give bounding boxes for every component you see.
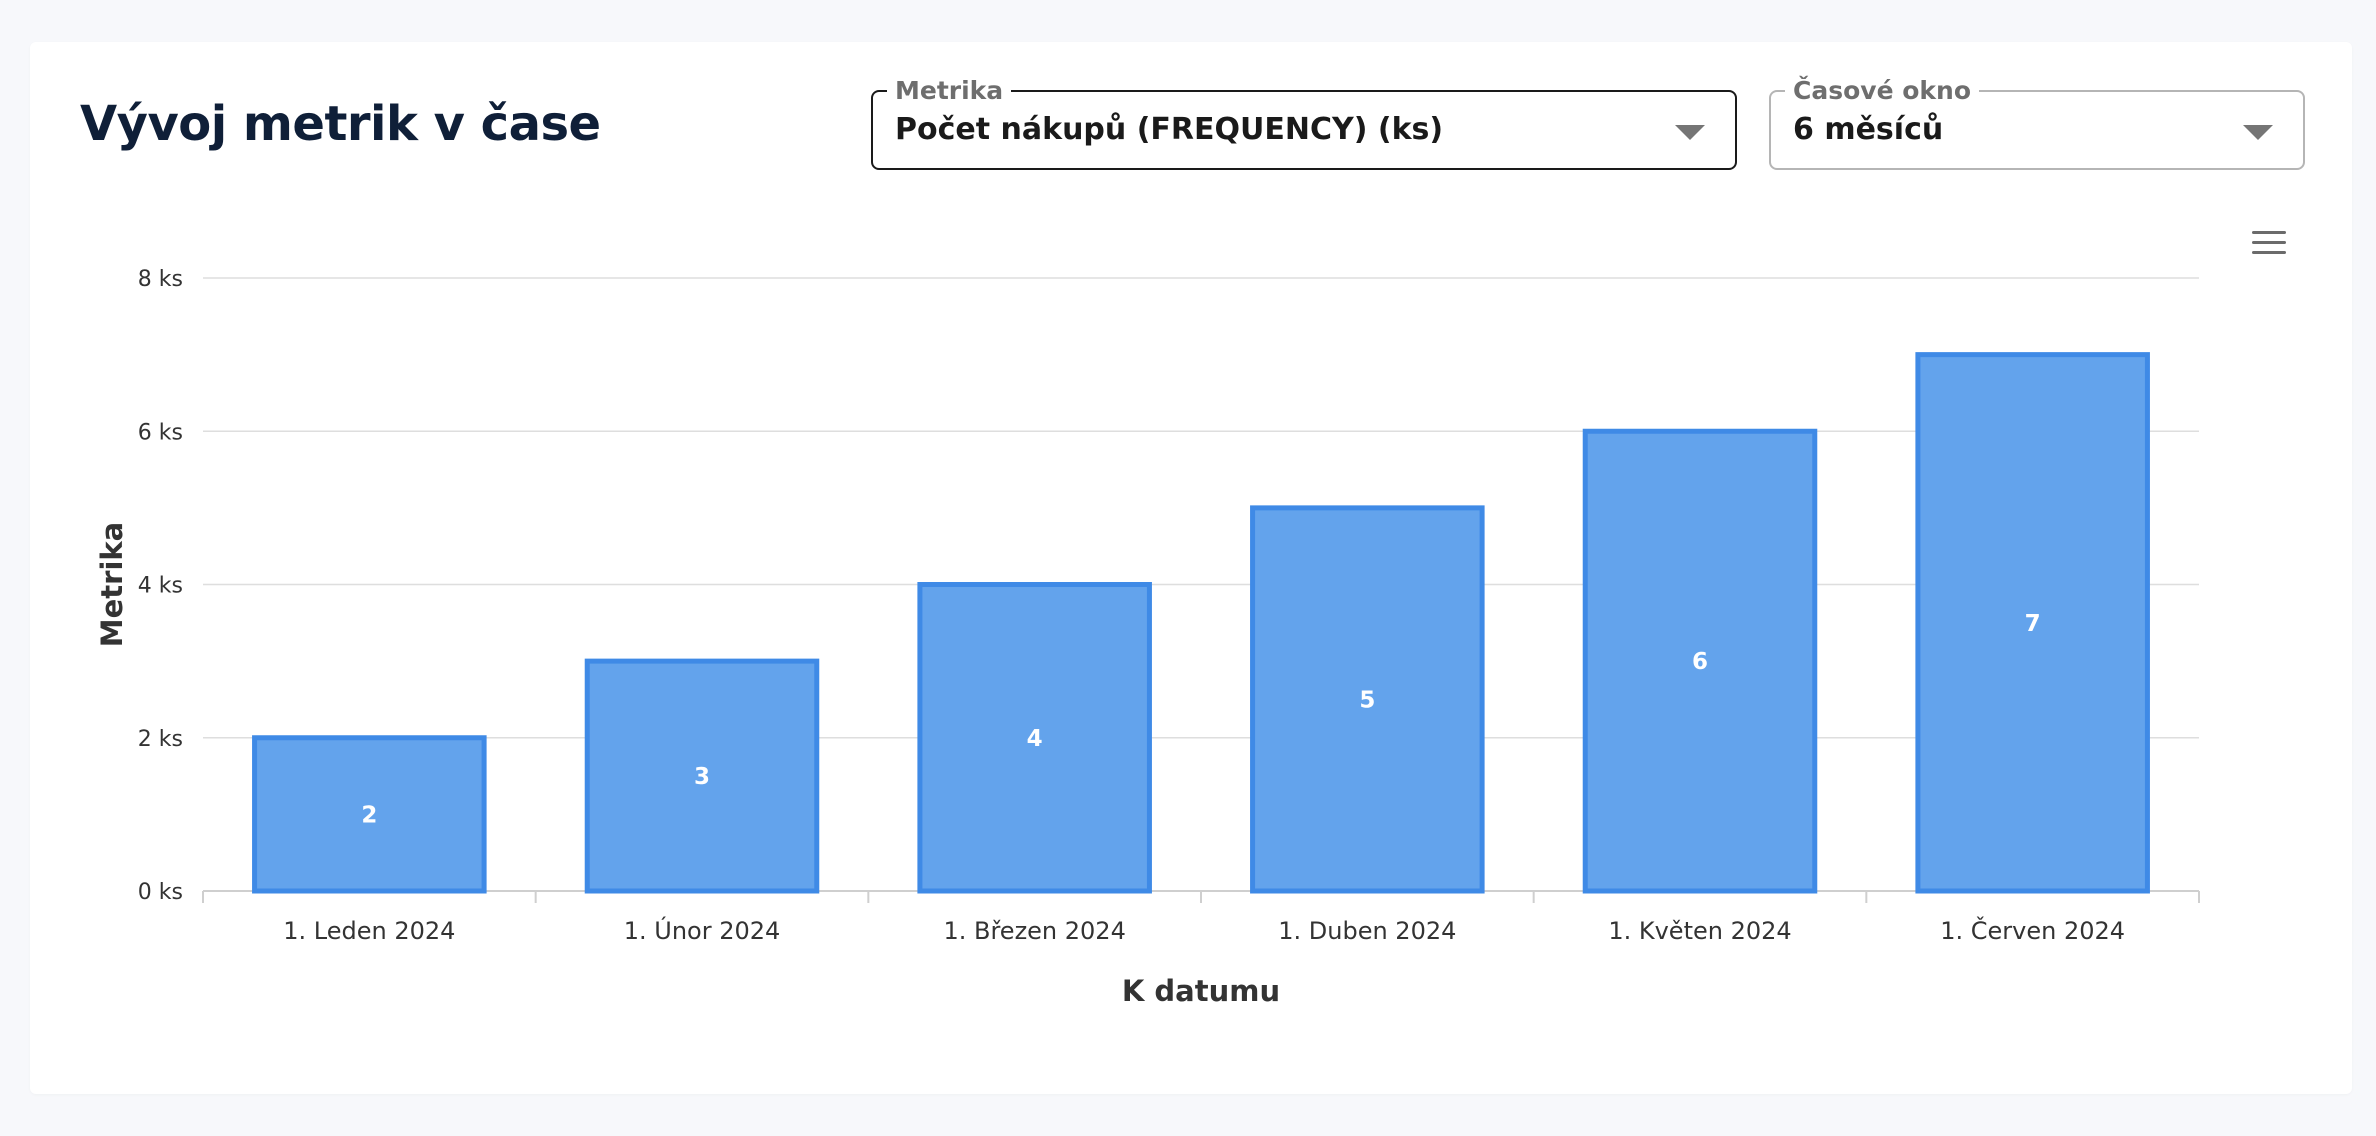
data-label: 2 (361, 802, 377, 828)
y-tick-label: 8 ks (138, 267, 183, 292)
x-tick-label: 1. Únor 2024 (624, 915, 781, 945)
y-tick-label: 0 ks (138, 880, 183, 905)
data-label: 3 (694, 764, 710, 790)
x-tick-label: 1. Březen 2024 (943, 917, 1125, 945)
x-tick-label: 1. Květen 2024 (1608, 917, 1791, 945)
data-label: 4 (1027, 726, 1043, 752)
data-label: 7 (2025, 611, 2041, 637)
data-label: 6 (1692, 649, 1708, 675)
x-tick-label: 1. Leden 2024 (283, 917, 455, 945)
x-tick-label: 1. Duben 2024 (1278, 917, 1456, 945)
x-tick-label: 1. Červen 2024 (1940, 915, 2125, 945)
y-tick-label: 4 ks (138, 574, 183, 599)
data-label: 5 (1359, 687, 1375, 713)
y-axis-title: Metrika (95, 522, 129, 648)
bar-chart: 0 ks 2 ks 4 ks 6 ks 8 ks 2 1. Leden 2024 3 1. Ún… (95, 267, 2200, 1008)
x-axis-title: K datumu (1122, 974, 1280, 1008)
y-tick-label: 2 ks (138, 727, 183, 752)
y-tick-label: 6 ks (138, 420, 183, 445)
